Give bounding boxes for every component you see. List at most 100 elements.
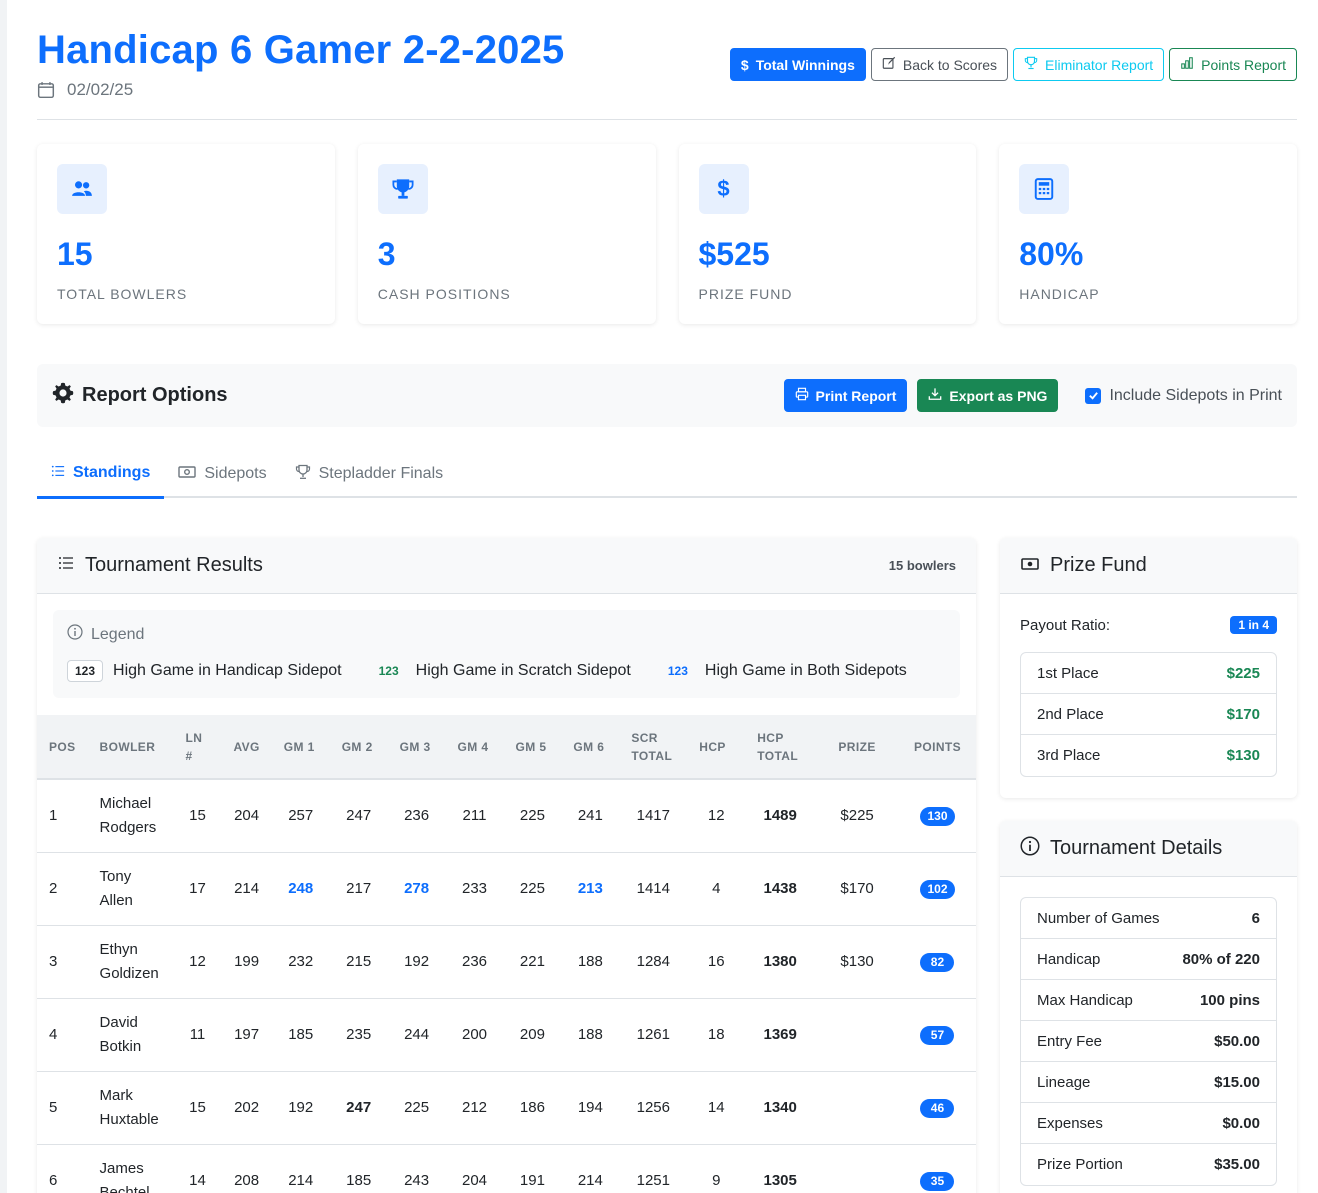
tournament-details-header: Tournament Details bbox=[1000, 821, 1297, 877]
col-header-points[interactable]: POINTS bbox=[898, 715, 976, 780]
bowler-last-name: Rodgers bbox=[99, 818, 157, 836]
cell-game-2: 247 bbox=[329, 1071, 388, 1145]
cell-hcp: 16 bbox=[687, 925, 746, 999]
info-icon bbox=[67, 624, 83, 645]
place-label: 2nd Place bbox=[1037, 705, 1104, 723]
stat-label: CASH POSITIONS bbox=[377, 286, 511, 302]
detail-value: $35.00 bbox=[1214, 1156, 1260, 1173]
detail-label: Expenses bbox=[1037, 1114, 1103, 1132]
include-sidepots-checkbox[interactable] bbox=[1085, 387, 1102, 404]
print-report-button[interactable]: Print Report bbox=[783, 379, 908, 412]
col-header-gm6[interactable]: GM 6 bbox=[561, 715, 620, 780]
legend-title: Legend bbox=[67, 624, 946, 645]
calendar-icon bbox=[37, 81, 55, 99]
cell-prize: $225 bbox=[815, 779, 899, 853]
report-options-label: Report Options bbox=[82, 384, 228, 406]
tournament-details-card: Tournament Details Number of Games 6 Handi… bbox=[1000, 821, 1297, 1193]
cell-game-2: 185 bbox=[329, 1144, 388, 1193]
stats-row: 15 TOTAL BOWLERS 3 CASH POSITIONS $ $525… bbox=[37, 144, 1297, 324]
cell-game-4: 233 bbox=[445, 852, 504, 926]
eliminator-report-button[interactable]: Eliminator Report bbox=[1013, 48, 1165, 81]
tournament-details-label: Tournament Details bbox=[1050, 837, 1223, 859]
cell-game-6: 241 bbox=[561, 779, 620, 853]
header-actions: $ Total Winnings Back to Scores Eliminat… bbox=[729, 48, 1297, 81]
col-header-gm2[interactable]: GM 2 bbox=[329, 715, 388, 780]
stat-label: PRIZE FUND bbox=[698, 286, 793, 302]
col-header-scr-total[interactable]: SCR TOTAL bbox=[619, 715, 688, 780]
payout-ratio-label: Payout Ratio: bbox=[1020, 616, 1111, 634]
col-header-avg[interactable]: AVG bbox=[221, 715, 272, 780]
tab-sidepots[interactable]: Sidepots bbox=[164, 450, 280, 498]
tab-stepladder-finals[interactable]: Stepladder Finals bbox=[281, 450, 458, 498]
cell-points: 82 bbox=[898, 925, 976, 999]
cell-scr-total: 1251 bbox=[619, 1144, 688, 1193]
col-header-lane[interactable]: LN # bbox=[173, 715, 222, 780]
detail-label: Prize Portion bbox=[1037, 1156, 1123, 1173]
col-header-prize[interactable]: PRIZE bbox=[815, 715, 899, 780]
cell-points: 102 bbox=[898, 852, 976, 926]
cell-avg: 208 bbox=[221, 1144, 272, 1193]
total-winnings-button[interactable]: $ Total Winnings bbox=[729, 48, 866, 81]
tab-sidepots-label: Sidepots bbox=[204, 465, 267, 482]
prize-places-list: 1st Place $225 2nd Place $170 3rd Place … bbox=[1020, 652, 1277, 777]
legend-chip-both: 123 bbox=[667, 664, 688, 678]
cell-game-2: 215 bbox=[329, 925, 388, 999]
users-icon bbox=[57, 164, 107, 214]
detail-value: 100 pins bbox=[1199, 991, 1260, 1009]
cell-points: 57 bbox=[898, 998, 976, 1072]
cell-game-3: 192 bbox=[387, 925, 446, 999]
bowler-last-name: Goldizen bbox=[99, 964, 159, 982]
standings-table: POS BOWLER LN # AVG GM 1 GM 2 GM 3 GM 4 … bbox=[37, 715, 976, 1193]
cell-bowler: Ethyn Goldizen bbox=[87, 925, 174, 999]
col-header-gm4[interactable]: GM 4 bbox=[445, 715, 504, 780]
bowler-last-name: Bechtel bbox=[99, 1183, 150, 1193]
cell-game-3: 225 bbox=[387, 1071, 446, 1145]
col-header-gm1[interactable]: GM 1 bbox=[271, 715, 330, 780]
legend-item-scratch: 123 High Game in Scratch Sidepot bbox=[372, 661, 631, 681]
pencil-square-icon bbox=[882, 56, 896, 73]
report-options-title: Report Options bbox=[52, 382, 228, 410]
col-header-gm3[interactable]: GM 3 bbox=[387, 715, 446, 780]
points-badge: 35 bbox=[920, 1171, 955, 1191]
points-report-button[interactable]: Points Report bbox=[1169, 48, 1297, 81]
legend-item-handicap: 123 High Game in Handicap Sidepot bbox=[67, 660, 342, 682]
cell-hcp: 18 bbox=[687, 998, 746, 1072]
cell-scr-total: 1284 bbox=[619, 925, 688, 999]
dollar-icon: $ bbox=[740, 56, 749, 73]
list-ol-icon bbox=[57, 554, 75, 577]
cell-avg: 197 bbox=[221, 998, 272, 1072]
payout-ratio-badge: 1 in 4 bbox=[1230, 616, 1277, 634]
back-to-scores-button[interactable]: Back to Scores bbox=[870, 48, 1009, 81]
prize-fund-header: Prize Fund bbox=[1000, 538, 1297, 594]
place-label: 1st Place bbox=[1037, 664, 1099, 682]
detail-row: Max Handicap 100 pins bbox=[1021, 980, 1276, 1021]
col-header-hcp[interactable]: HCP bbox=[687, 715, 746, 780]
cell-game-5: 225 bbox=[503, 852, 562, 926]
cell-game-1: 232 bbox=[271, 925, 330, 999]
prize-fund-title: Prize Fund bbox=[1020, 554, 1147, 577]
bowler-last-name: Allen bbox=[99, 891, 133, 909]
cell-lane: 14 bbox=[173, 1144, 222, 1193]
cell-hcp-total: 1369 bbox=[745, 998, 816, 1072]
tournament-results-label: Tournament Results bbox=[85, 554, 263, 576]
trophy-outline-icon bbox=[1024, 56, 1038, 73]
cell-game-4: 212 bbox=[445, 1071, 504, 1145]
legend-text-handicap: High Game in Handicap Sidepot bbox=[113, 662, 342, 679]
export-png-button[interactable]: Export as PNG bbox=[917, 379, 1059, 412]
col-header-bowler[interactable]: BOWLER bbox=[87, 715, 174, 780]
detail-value: $15.00 bbox=[1214, 1073, 1260, 1091]
points-badge: 130 bbox=[920, 806, 955, 826]
export-png-label: Export as PNG bbox=[949, 387, 1048, 404]
tab-standings[interactable]: Standings bbox=[37, 450, 165, 499]
col-header-pos[interactable]: POS bbox=[37, 715, 88, 780]
include-sidepots-label[interactable]: Include Sidepots in Print bbox=[1109, 387, 1282, 405]
col-header-gm5[interactable]: GM 5 bbox=[503, 715, 562, 780]
stat-card-handicap: 80% HANDICAP bbox=[999, 144, 1297, 324]
cell-game-1: 214 bbox=[271, 1144, 330, 1193]
col-header-hcp-total[interactable]: HCP TOTAL bbox=[745, 715, 816, 780]
cell-game-4: 211 bbox=[445, 779, 504, 853]
page-left-edge bbox=[0, 0, 7, 1193]
cell-game-2: 217 bbox=[329, 852, 388, 926]
cell-hcp-total: 1305 bbox=[745, 1144, 816, 1193]
cash-icon bbox=[1020, 554, 1040, 577]
